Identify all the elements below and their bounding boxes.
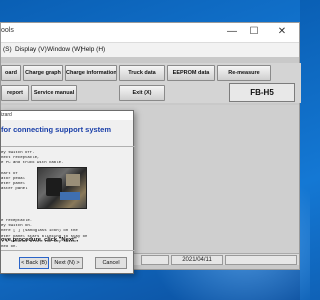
app-title: ools — [1, 27, 14, 34]
status-field — [141, 255, 169, 265]
truck-data-button[interactable]: Truck data — [119, 65, 165, 81]
re-measure-button[interactable]: Re-measure — [217, 65, 271, 81]
board-button[interactable]: oard — [1, 65, 21, 81]
status-date: 2021/04/11 — [171, 255, 223, 265]
model-badge: FB-H5 — [229, 83, 295, 102]
report-button[interactable]: report — [1, 85, 29, 101]
toolbar-row-1: oard Charge graph Charge information Tru… — [1, 63, 301, 83]
service-manual-button[interactable]: Service manual — [31, 85, 77, 101]
connection-wizard-dialog: izard for connecting support system ey s… — [0, 110, 135, 274]
wizard-titlebar: izard — [1, 111, 133, 120]
wizard-lower-instructions: e receptacle. ey switch on. here [ ] (sa… — [1, 219, 87, 250]
charge-graph-button[interactable]: Charge graph — [23, 65, 63, 81]
wizard-next-prompt: ove procedure, click "Next". — [1, 237, 79, 243]
close-icon[interactable]: ✕ — [273, 25, 291, 39]
status-field — [225, 255, 297, 265]
menu-item-display[interactable]: Display (V) — [15, 46, 47, 53]
truck-connector-photo — [37, 167, 87, 209]
menu-item-help[interactable]: Help (H) — [81, 46, 105, 53]
menu-item-s[interactable]: (S) — [3, 46, 12, 53]
instruction-line: here [ ] (sandglass icon) on the — [1, 229, 78, 234]
back-button[interactable]: < Back (B) — [19, 257, 49, 269]
menu-item-window[interactable]: Window (W) — [47, 46, 82, 53]
minimize-icon[interactable]: — — [223, 25, 241, 39]
maximize-icon[interactable]: ☐ — [245, 25, 263, 39]
charge-information-button[interactable]: Charge information — [65, 65, 117, 81]
wizard-heading: for connecting support system — [1, 125, 112, 134]
cancel-button[interactable]: Cancel — [95, 257, 127, 269]
divider — [1, 250, 135, 251]
divider — [1, 146, 135, 147]
instruction-line: e PC and truck with cable. — [1, 161, 64, 166]
menu-bar: (S) Display (V) Window (W) Help (H) — [1, 43, 299, 57]
eeprom-data-button[interactable]: EEPROM data — [167, 65, 215, 81]
next-button[interactable]: Next (N) > — [51, 257, 83, 269]
app-titlebar: ools — ☐ ✕ — [1, 23, 299, 43]
exit-button[interactable]: Exit (X) — [119, 85, 165, 101]
